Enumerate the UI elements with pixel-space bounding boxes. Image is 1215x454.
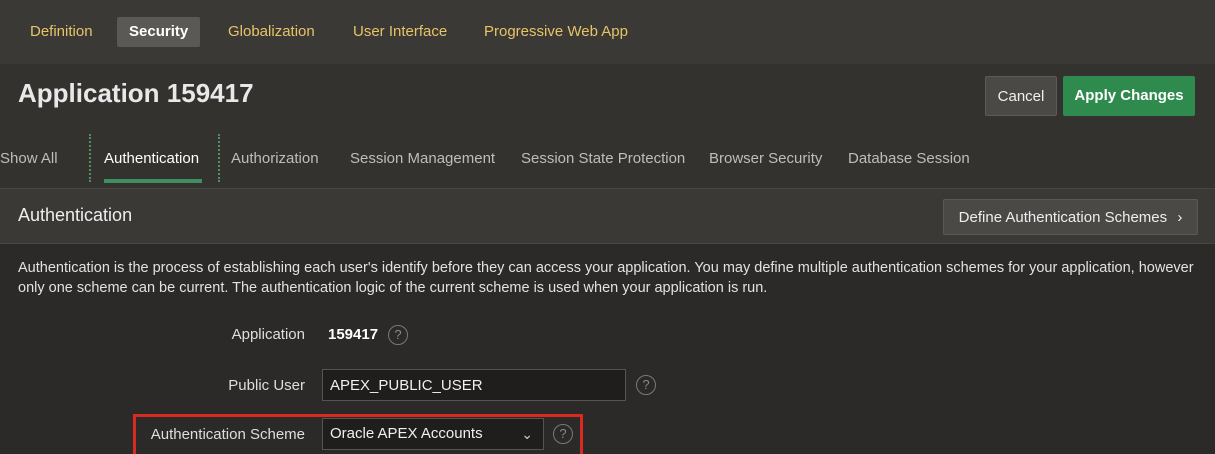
- define-button-label: Define Authentication Schemes: [958, 209, 1168, 226]
- tab-globalization[interactable]: Globalization: [216, 17, 327, 47]
- chevron-down-icon: ⌄: [521, 426, 533, 442]
- public-user-input[interactable]: [322, 369, 626, 401]
- authentication-scheme-label: Authentication Scheme: [150, 426, 305, 443]
- subtab-session-state-protection[interactable]: Session State Protection: [521, 128, 685, 188]
- top-nav-bar: Definition Security Globalization User I…: [0, 0, 1215, 64]
- region-description: Authentication is the process of establi…: [18, 260, 1194, 296]
- tab-user-interface[interactable]: User Interface: [341, 17, 459, 47]
- tab-definition[interactable]: Definition: [18, 17, 105, 47]
- subtab-database-session[interactable]: Database Session: [848, 128, 970, 188]
- authentication-region-header: Authentication Define Authentication Sch…: [0, 188, 1215, 244]
- tab-progressive-web-app[interactable]: Progressive Web App: [472, 17, 640, 47]
- subtab-show-all[interactable]: Show All: [0, 128, 58, 188]
- cancel-button[interactable]: Cancel: [985, 76, 1057, 116]
- help-icon[interactable]: ?: [636, 375, 656, 395]
- authentication-scheme-value: Oracle APEX Accounts: [330, 425, 483, 442]
- section-tabs: Show All Authentication Authorization Se…: [0, 128, 1215, 188]
- application-label: Application: [231, 326, 305, 343]
- tab-separator: [89, 134, 91, 182]
- tab-security[interactable]: Security: [117, 17, 201, 47]
- page-title: Application 159417: [18, 78, 254, 108]
- page-header: Application 159417 Cancel Apply Changes: [0, 64, 1215, 128]
- tab-separator: [218, 134, 220, 182]
- chevron-right-icon: ›: [1177, 209, 1183, 226]
- application-id-value: 159417: [328, 326, 379, 343]
- help-icon[interactable]: ?: [553, 424, 573, 444]
- subtab-browser-security[interactable]: Browser Security: [709, 128, 822, 188]
- subtab-authorization[interactable]: Authorization: [231, 128, 319, 188]
- subtab-session-management[interactable]: Session Management: [350, 128, 495, 188]
- active-tab-indicator: [104, 179, 202, 183]
- authentication-scheme-select[interactable]: Oracle APEX Accounts ⌄: [322, 418, 544, 450]
- help-icon[interactable]: ?: [388, 325, 408, 345]
- define-authentication-schemes-button[interactable]: Define Authentication Schemes ›: [943, 199, 1198, 235]
- public-user-label: Public User: [228, 377, 305, 394]
- region-title: Authentication: [18, 205, 133, 225]
- apply-changes-button[interactable]: Apply Changes: [1063, 76, 1195, 116]
